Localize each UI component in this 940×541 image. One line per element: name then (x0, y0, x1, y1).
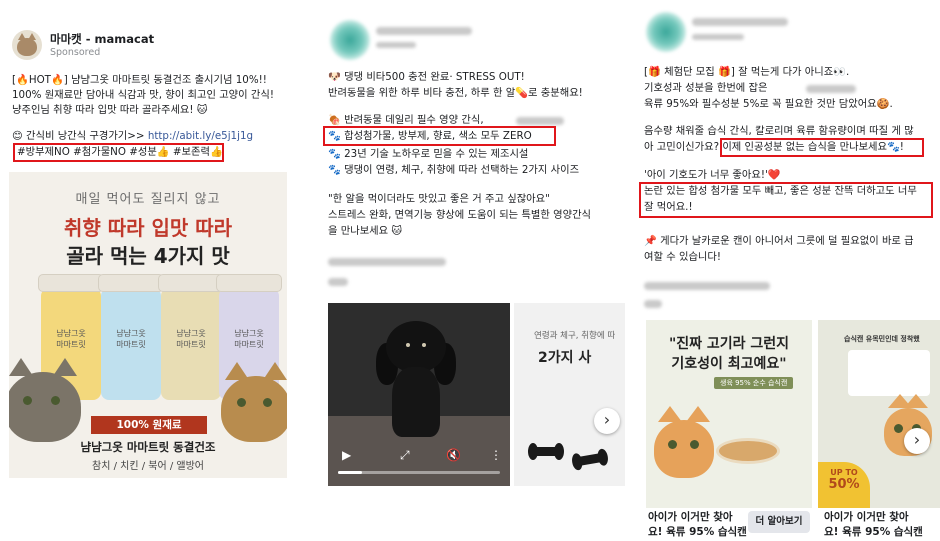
discount-label: UP TO (830, 468, 858, 477)
card-review-panel (848, 350, 930, 396)
carousel-next-button[interactable]: › (594, 408, 620, 434)
image-headline-3: 골라 먹는 4가지 맛 (66, 244, 230, 268)
sponsored-label: Sponsored (50, 46, 101, 58)
blurred-text (516, 117, 564, 125)
post-text-line: '아이 기호도가 너무 좋아요!'❤️ (644, 169, 781, 181)
product-flavors: 참치 / 치킨 / 북어 / 앨방어 (92, 461, 204, 472)
page-name-blurred[interactable] (376, 27, 472, 35)
fullscreen-icon[interactable]: ⤢ (400, 448, 410, 463)
post-text-line: 📌 게다가 날카로운 캔이 아니어서 그릇에 덜 필요없이 바로 급 (644, 235, 914, 247)
carousel-card[interactable]: 습식캔 유목민인데 정착했 UP TO 50% (818, 320, 940, 508)
post-text-line: 기호성과 성분을 한번에 잡은 (644, 82, 768, 94)
post-bullet: 🐾 23년 기술 노하우로 믿을 수 있는 제조시설 (328, 148, 529, 160)
card-text: 연령과 체구, 취향에 따 (534, 331, 616, 341)
more-options-icon[interactable]: ⋮ (490, 448, 502, 462)
post-text-line: 냥주인님 취향 따라 입맛 따라 골라주세요! 🐱 (12, 104, 208, 116)
cat-illustration (654, 406, 714, 478)
discount-badge: UP TO 50% (818, 462, 870, 508)
blurred-text (328, 278, 348, 286)
card-cta-line[interactable]: 아이가 이거만 찾아 (824, 510, 909, 525)
card-title: 습식캔 유목민인데 정착했 (844, 335, 920, 343)
post-text-line: 여할 수 있습니다! (644, 251, 721, 263)
discount-value: 50% (828, 477, 860, 492)
jar-label: 냠냠그옷 마마트릿 (234, 329, 264, 349)
ad-post-mamacat: 마마캣 - mamacat Sponsored [🔥HOT🔥] 냠냠그옷 마마트… (0, 0, 305, 541)
card-chip: 생육 95% 순수 습식캔 (714, 377, 794, 389)
post-quote-line: 스트레스 완화, 면역기능 향상에 도움이 되는 특별한 영양간식 (328, 209, 592, 221)
carousel-next-button[interactable]: › (904, 428, 930, 454)
video-controls: ▶ ⤢ 🔇 ⋮ (328, 440, 510, 486)
mute-icon[interactable]: 🔇 (446, 448, 461, 462)
video-player[interactable]: ▶ ⤢ 🔇 ⋮ (328, 303, 510, 486)
image-headline-2: 취향 따라 입맛 따라 (63, 216, 233, 240)
bone-treat-image (528, 443, 564, 460)
blurred-text (806, 85, 856, 93)
highlight-box (720, 138, 924, 157)
jar-label: 냠냠그옷 마마트릿 (176, 329, 206, 349)
cat-illustration (221, 362, 287, 442)
post-text-line: 100% 원재료만 담아내 식감과 맛, 향이 최고인 고양이 간식! (12, 89, 274, 101)
blurred-text (644, 300, 662, 308)
cat-illustration (9, 358, 81, 442)
post-bullet: 🐾 댕댕이 연령, 체구, 취향에 따라 선택하는 2가지 사이즈 (328, 164, 580, 176)
food-bowl-image (716, 438, 780, 464)
page-name[interactable]: 마마캣 - mamacat (50, 32, 154, 46)
post-text-line: [🎁 체험단 모집 🎁] 잘 먹는게 다가 아니죠👀. (644, 66, 850, 78)
ad-post-dog-vita: 🐶 댕댕 비타500 충전 완료· STRESS OUT! 반려동물을 위한 하… (316, 0, 625, 541)
image-headline-1: 매일 먹어도 질리지 않고 (75, 192, 221, 207)
jar-label: 냠냠그옷 마마트릿 (56, 329, 86, 349)
post-header: 마마캣 - mamacat Sponsored (12, 30, 154, 60)
card-quote-line: 기호성이 최고예요" (671, 356, 787, 372)
highlight-box (639, 182, 933, 218)
product-name: 냠냠그옷 마마트릿 동결건조 (80, 440, 216, 454)
card-cta-line[interactable]: 요! 육류 95% 습식캔 (824, 525, 923, 540)
card-title: 2가지 사 (538, 350, 592, 366)
page-name-blurred[interactable] (692, 18, 788, 26)
page-avatar[interactable] (646, 12, 686, 52)
page-avatar[interactable] (330, 20, 370, 60)
page-avatar[interactable] (12, 30, 42, 60)
video-progress-bar[interactable] (338, 471, 500, 474)
sponsored-blurred (376, 42, 416, 48)
post-text-line: 음수량 채워줄 습식 간식, 칼로리며 육류 함유량이며 따질 게 많 (644, 125, 914, 137)
ad-post-wet-food: [🎁 체험단 모집 🎁] 잘 먹는게 다가 아니죠👀. 기호성과 성분을 한번에… (632, 0, 940, 541)
dog-photo (376, 321, 456, 443)
learn-more-button[interactable]: 더 알아보기 (748, 511, 810, 533)
post-text-line: [🔥HOT🔥] 냠냠그옷 마마트릿 동결건조 출시기념 10%!! (12, 74, 267, 86)
play-icon[interactable]: ▶ (342, 448, 351, 462)
sponsored-blurred (692, 34, 744, 40)
carousel-card[interactable]: "진짜 고기라 그런지 기호성이 최고예요" 생육 95% 순수 습식캔 (646, 320, 812, 508)
post-quote-line: "한 알을 먹이더라도 맛있고 좋은 거 주고 싶잖아요" (328, 193, 550, 205)
card-quote-line: "진짜 고기라 그런지 (668, 336, 790, 352)
blurred-text (328, 258, 446, 266)
blurred-text (644, 282, 770, 290)
post-text-line: 반려동물을 위한 하루 비타 충전, 하루 한 알💊로 충분해요! (328, 87, 583, 99)
post-quote-line: 을 만나보세요 🐱 (328, 225, 403, 237)
post-text-line: 육류 95%와 필수성분 5%로 꼭 필요한 것만 담았어요🍪. (644, 98, 893, 110)
bone-treat-image (575, 452, 605, 467)
post-text-line: 🐶 댕댕 비타500 충전 완료· STRESS OUT! (328, 71, 525, 83)
jar-label: 냠냠그옷 마마트릿 (116, 329, 146, 349)
product-jar: 냠냠그옷 마마트릿 (158, 274, 224, 400)
product-jar: 냠냠그옷 마마트릿 (98, 274, 164, 400)
highlight-box (13, 143, 224, 162)
raw-material-badge: 100% 원재료 (91, 416, 207, 434)
highlight-box (323, 126, 556, 146)
carousel-card[interactable]: 연령과 체구, 취향에 따 2가지 사 (514, 303, 625, 486)
post-link-line: 😊 간식비 낭간식 구경가기>> http://abit.ly/e5j1j1g (12, 129, 253, 144)
card-cta-line[interactable]: 요! 육류 95% 습식캔 (648, 525, 747, 540)
card-cta-line[interactable]: 아이가 이거만 찾아 (648, 510, 733, 525)
post-link[interactable]: http://abit.ly/e5j1j1g (148, 130, 253, 142)
product-image[interactable]: 매일 먹어도 질리지 않고 취향 따라 입맛 따라 골라 먹는 4가지 맛 냠냠… (9, 172, 287, 478)
link-prefix: 😊 간식비 낭간식 구경가기>> (12, 130, 148, 142)
